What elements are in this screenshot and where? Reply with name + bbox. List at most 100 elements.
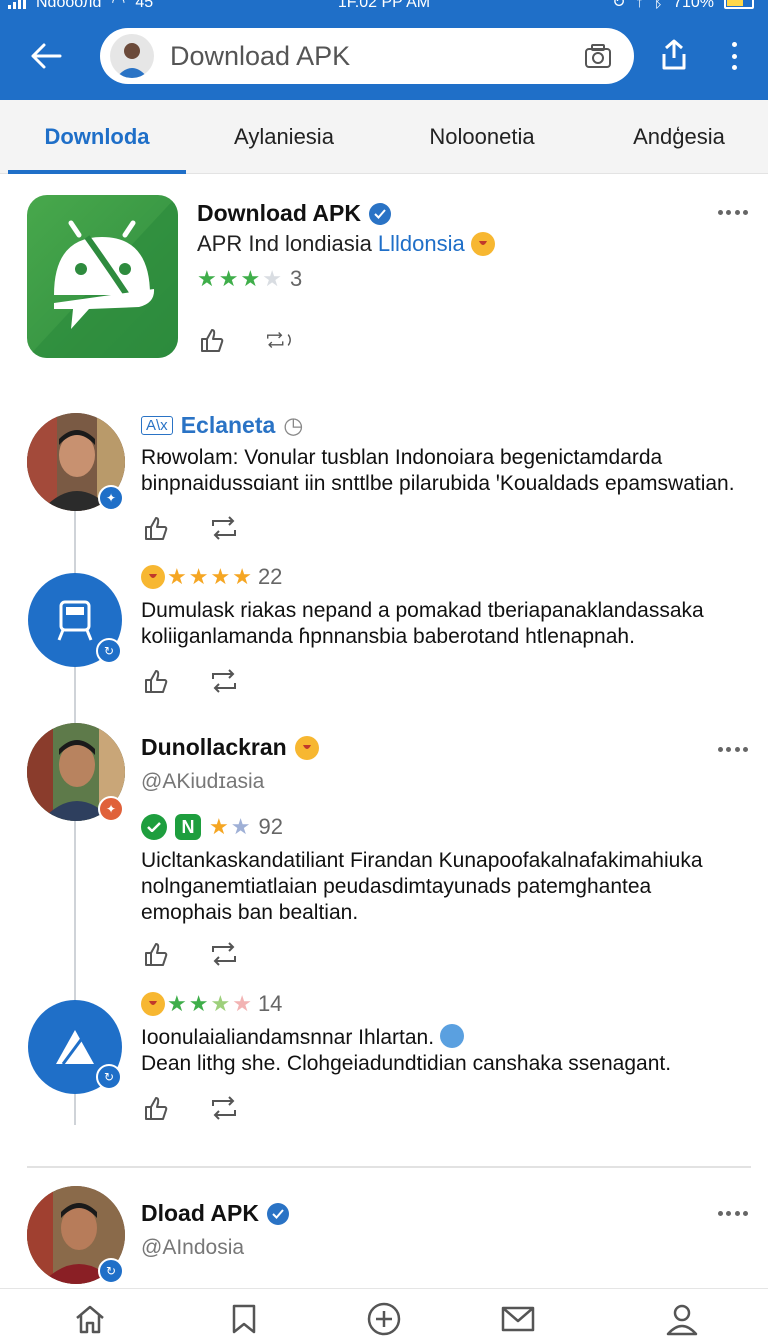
thumbs-up-icon [145, 670, 168, 693]
like-button[interactable] [141, 514, 171, 542]
rating-count: 14 [257, 991, 283, 1016]
tab-noloonetia[interactable]: Noloonetia [392, 100, 572, 174]
star-icon: ★ [232, 991, 252, 1016]
thumbs-up-icon [145, 1097, 168, 1120]
star-icon: ★ [209, 814, 229, 839]
back-arrow-icon [31, 43, 62, 69]
tab-downloads[interactable]: Downloda [8, 100, 186, 174]
profile-avatar[interactable] [110, 34, 154, 78]
home-icon [76, 1305, 104, 1334]
thumbs-up-icon [145, 517, 168, 540]
avatar-badge: ↻ [96, 638, 122, 664]
repost-button[interactable] [209, 1094, 239, 1122]
post-menu-button[interactable] [718, 1203, 748, 1223]
like-button[interactable] [141, 940, 171, 968]
nav-profile[interactable] [664, 1301, 700, 1337]
rating-count: 92 [258, 814, 283, 839]
like-button[interactable] [141, 1094, 171, 1122]
like-button[interactable] [197, 326, 227, 354]
app-icon[interactable] [27, 195, 178, 358]
post-author[interactable]: Dunollackran [141, 734, 319, 761]
app-bar: Ndoooлd ◠ 45 1F.02 PP AM ↻ ↑ ᛒ 710% Down… [0, 0, 768, 100]
avatar-badge: ✦ [98, 796, 124, 822]
tab-aylaniesia[interactable]: Aylaniesia [196, 100, 372, 174]
star-icon: ★ [167, 564, 187, 589]
android-logo-icon [27, 195, 178, 358]
emoji-icon [141, 992, 165, 1016]
rating-count: 22 [257, 564, 283, 589]
repost-button[interactable] [209, 940, 239, 968]
app-subtitle: APR Ind londiasia Llldonsia [197, 231, 495, 257]
star-icon: ★ [230, 814, 251, 839]
post-rating: ★ ★ ★ ★ 14 [141, 991, 282, 1017]
post-body: Ioonulaialiandamsnnar Ihlartan. Dean lit… [141, 1024, 672, 1075]
repost-icon [212, 942, 236, 966]
repost-button[interactable] [209, 514, 239, 542]
repost-button[interactable] [265, 326, 295, 354]
search-bar[interactable]: Download APK [100, 28, 634, 84]
nav-home[interactable] [72, 1301, 108, 1337]
avatar-badge: ↻ [96, 1064, 122, 1090]
star-icon: ★ [210, 564, 231, 589]
warning-icon [56, 1030, 94, 1065]
star-icon: ★ [210, 991, 231, 1016]
post-actions [141, 1094, 239, 1122]
like-button[interactable] [141, 667, 171, 695]
post-author[interactable]: A\x Eclaneta ◷ [141, 412, 303, 439]
repost-icon [212, 516, 236, 540]
bookmark-icon [232, 1304, 256, 1334]
repost-icon [212, 669, 236, 693]
star-icon: ★ [167, 991, 187, 1016]
post-author[interactable]: Dload APK [141, 1200, 289, 1227]
post-body: Rюwolam: Vonular tusblan Indonoiara bege… [141, 446, 735, 495]
app-title[interactable]: Download APK [197, 200, 391, 227]
status-bar: Ndoooлd ◠ 45 1F.02 PP AM ↻ ↑ ᛒ 710% [0, 0, 768, 14]
camera-button[interactable] [580, 38, 616, 74]
nav-bookmarks[interactable] [226, 1301, 262, 1337]
share-icon [662, 39, 686, 70]
star-icon: ★ [197, 266, 217, 291]
star-icon: ★ [232, 564, 252, 589]
repost-button[interactable] [209, 667, 239, 695]
post-handle[interactable]: @AKiudɪasia [141, 770, 264, 794]
app-subtitle-link[interactable]: Llldonsia [378, 231, 465, 257]
star-icon: ★ [240, 266, 261, 291]
tab-andgesia[interactable]: Andģesia [590, 100, 768, 174]
emoji-icon [294, 735, 319, 760]
nav-create[interactable] [366, 1301, 402, 1337]
star-icon: ★ [218, 266, 239, 291]
add-icon [367, 1302, 401, 1336]
post-rating: N ★ ★ 92 [141, 814, 283, 840]
post-rating: ★ ★ ★ ★ 22 [141, 564, 282, 590]
thumbs-up-icon [145, 943, 168, 966]
sync-icon: ↻ [612, 0, 626, 11]
search-input[interactable]: Download APK [170, 41, 580, 72]
app-card-menu-button[interactable] [718, 202, 748, 222]
post-menu-button[interactable] [718, 739, 748, 759]
avatar-badge: ↻ [98, 1258, 124, 1284]
check-badge-icon [141, 814, 167, 840]
emoji-icon [141, 565, 165, 589]
tab-bar: Downloda Aylaniesia Noloonetia Andģesia [0, 100, 768, 174]
repost-icon [212, 1096, 236, 1120]
nav-messages[interactable] [500, 1301, 536, 1337]
app-card-actions [197, 326, 295, 354]
share-button[interactable] [658, 38, 694, 74]
author-tag: A\x [141, 416, 173, 435]
mail-icon [501, 1306, 535, 1332]
post-actions [141, 514, 239, 542]
star-icon: ★ [262, 266, 282, 291]
app-rating: ★ ★ ★ ★ 3 [197, 266, 302, 292]
verified-icon [368, 202, 391, 225]
post-handle[interactable]: @AIndosia [141, 1236, 244, 1260]
divider [27, 1166, 751, 1168]
post-body: Dumulask riakas nepand a pomakad tberiap… [141, 599, 704, 648]
emoji-icon [439, 1024, 464, 1048]
post-body: Uicltankaskandatiliant Firandan Kunapoof… [141, 849, 703, 924]
profile-icon [666, 1304, 698, 1336]
camera-icon [585, 44, 611, 68]
bluetooth-icon: ᛒ [653, 0, 664, 11]
back-button[interactable] [26, 36, 66, 76]
n-badge: N [175, 814, 201, 840]
overflow-menu-button[interactable] [722, 38, 746, 74]
